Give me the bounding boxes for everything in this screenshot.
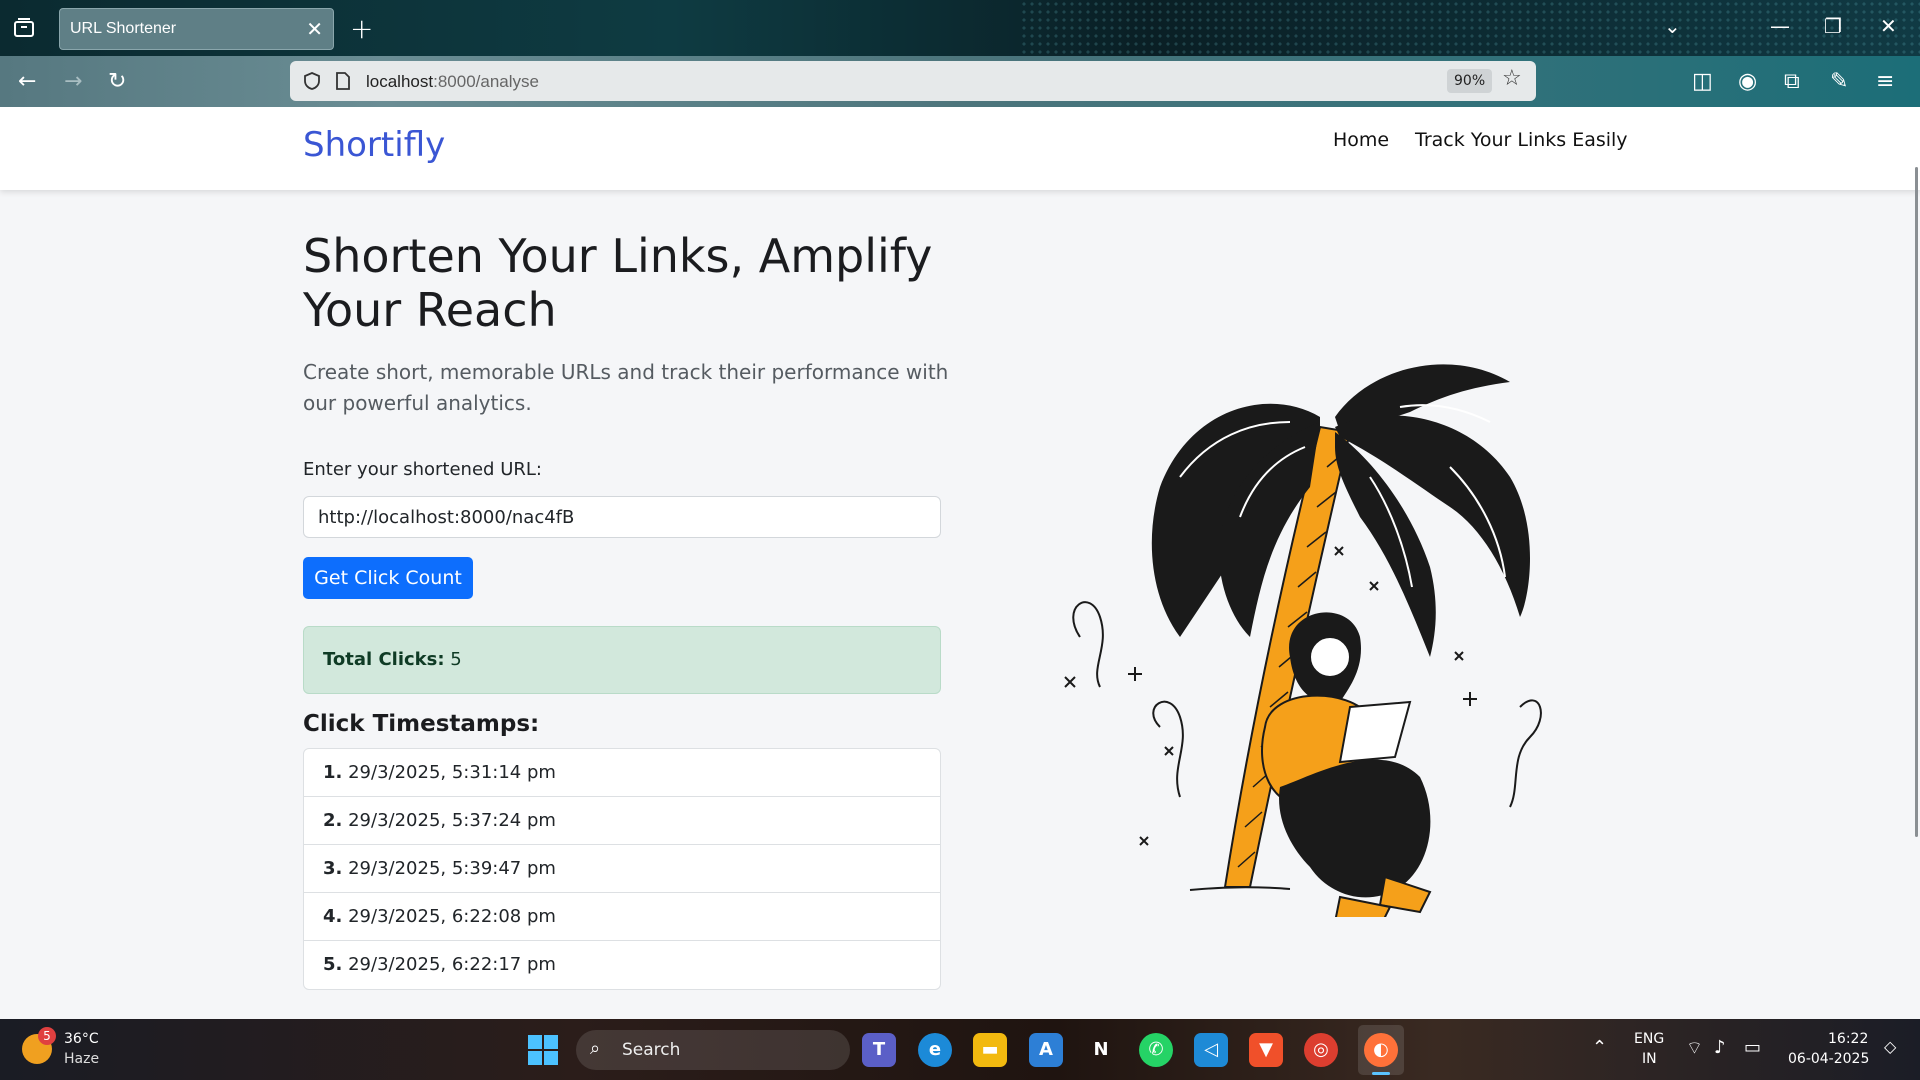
tab-list-icon[interactable] [12, 16, 36, 40]
item-number: 3. [323, 858, 343, 879]
reload-icon[interactable]: ↻ [108, 69, 126, 94]
weather-condition[interactable]: Haze [64, 1051, 99, 1067]
vscode-icon[interactable]: ◁ [1194, 1033, 1228, 1067]
hero-title: Shorten Your Links, Amplify Your Reach [303, 229, 933, 337]
weather-badge: 5 [38, 1027, 56, 1045]
timestamps-list: 1. 29/3/2025, 5:31:14 pm 2. 29/3/2025, 5… [303, 748, 941, 990]
browser-tab-bar: URL Shortener ✕ + ⌄ — ❐ ✕ [0, 0, 1920, 107]
browser-tab-active[interactable]: URL Shortener ✕ [59, 8, 334, 50]
close-icon[interactable]: ✕ [306, 17, 323, 41]
site-header: Shortifly Home Track Your Links Easily [0, 107, 1920, 190]
region-indicator[interactable]: IN [1642, 1051, 1657, 1067]
notifications-icon[interactable]: ◇ [1884, 1037, 1896, 1056]
edge-icon[interactable]: e [918, 1033, 952, 1067]
nav-track-links[interactable]: Track Your Links Easily [1415, 129, 1628, 151]
total-clicks-value: 5 [450, 649, 462, 670]
window-close-icon[interactable]: ✕ [1880, 14, 1897, 38]
active-indicator [1372, 1072, 1390, 1075]
url-path: :8000/analyse [433, 72, 539, 91]
brand-logo[interactable]: Shortifly [303, 125, 445, 165]
app-icon[interactable]: A [1029, 1033, 1063, 1067]
forward-icon[interactable]: → [64, 69, 82, 94]
list-item: 2. 29/3/2025, 5:37:24 pm [304, 797, 940, 845]
restore-icon[interactable]: ❐ [1824, 14, 1842, 38]
extensions-icon[interactable]: ⧉ [1784, 69, 1800, 94]
item-timestamp: 29/3/2025, 5:37:24 pm [348, 810, 556, 831]
taskbar-search-label: Search [622, 1040, 681, 1060]
weather-temp[interactable]: 36°C [64, 1031, 99, 1047]
chevron-up-icon[interactable]: ⌃ [1592, 1037, 1607, 1058]
list-item: 3. 29/3/2025, 5:39:47 pm [304, 845, 940, 893]
whatsapp-icon[interactable]: ✆ [1139, 1033, 1173, 1067]
bookmark-star-icon[interactable]: ☆ [1502, 66, 1522, 91]
web-page: Shortifly Home Track Your Links Easily S… [0, 107, 1920, 1019]
short-url-input[interactable] [303, 496, 941, 538]
item-timestamp: 29/3/2025, 6:22:17 pm [348, 954, 556, 975]
menu-icon[interactable]: ≡ [1876, 69, 1894, 94]
account-icon[interactable]: ◉ [1738, 69, 1757, 94]
windows-taskbar: 5 36°C Haze ⌕ Search T e ▬ A N ✆ ◁ ▼ ◎ ◐… [0, 1019, 1920, 1080]
list-item: 5. 29/3/2025, 6:22:17 pm [304, 941, 940, 989]
chevron-down-icon[interactable]: ⌄ [1664, 14, 1681, 38]
taskbar-search[interactable]: ⌕ Search [576, 1030, 850, 1070]
chrome-icon[interactable]: ◎ [1304, 1033, 1338, 1067]
zoom-badge[interactable]: 90% [1447, 69, 1493, 93]
url-host: localhost [366, 72, 434, 91]
battery-icon[interactable]: ▭ [1744, 1037, 1761, 1058]
back-icon[interactable]: ← [18, 69, 36, 94]
address-bar[interactable]: localhost:8000/analyse 90% ☆ [290, 61, 1536, 101]
total-clicks-alert: Total Clicks: 5 [303, 626, 941, 694]
pocket-icon[interactable]: ◫ [1692, 69, 1713, 94]
timestamps-title: Click Timestamps: [303, 711, 540, 737]
extension-app-icon[interactable]: ✎ [1830, 69, 1848, 94]
item-number: 4. [323, 906, 343, 927]
tab-title: URL Shortener [70, 20, 177, 37]
clock-time[interactable]: 16:22 [1828, 1031, 1868, 1047]
item-timestamp: 29/3/2025, 6:22:08 pm [348, 906, 556, 927]
wifi-icon[interactable]: ⌔ [1686, 1037, 1703, 1060]
language-indicator[interactable]: ENG [1634, 1031, 1664, 1047]
list-item: 4. 29/3/2025, 6:22:08 pm [304, 893, 940, 941]
file-explorer-icon[interactable]: ▬ [973, 1033, 1007, 1067]
palm-tree-illustration [1064, 364, 1542, 917]
nav-home[interactable]: Home [1333, 129, 1389, 151]
clock-date[interactable]: 06-04-2025 [1788, 1051, 1869, 1067]
total-clicks-label: Total Clicks: [323, 649, 445, 670]
item-timestamp: 29/3/2025, 5:31:14 pm [348, 762, 556, 783]
list-item: 1. 29/3/2025, 5:31:14 pm [304, 749, 940, 797]
item-number: 5. [323, 954, 343, 975]
brave-icon[interactable]: ▼ [1249, 1033, 1283, 1067]
item-number: 2. [323, 810, 343, 831]
item-number: 1. [323, 762, 343, 783]
shield-icon[interactable] [302, 71, 322, 91]
new-tab-icon[interactable]: + [350, 12, 373, 45]
volume-icon[interactable]: ♪ [1714, 1037, 1726, 1058]
minimize-icon[interactable]: — [1770, 14, 1790, 38]
url-input-label: Enter your shortened URL: [303, 459, 542, 480]
windows-start-icon[interactable] [528, 1035, 558, 1065]
firefox-icon[interactable]: ◐ [1364, 1033, 1398, 1067]
url-text[interactable]: localhost:8000/analyse [366, 72, 539, 92]
get-click-count-button[interactable]: Get Click Count [303, 557, 473, 599]
search-icon: ⌕ [590, 1038, 601, 1059]
page-icon [336, 72, 350, 90]
page-scrollbar[interactable] [1915, 167, 1918, 837]
hero-subtitle: Create short, memorable URLs and track t… [303, 360, 949, 415]
teams-icon[interactable]: T [862, 1033, 896, 1067]
notion-icon[interactable]: N [1084, 1033, 1118, 1067]
item-timestamp: 29/3/2025, 5:39:47 pm [348, 858, 556, 879]
